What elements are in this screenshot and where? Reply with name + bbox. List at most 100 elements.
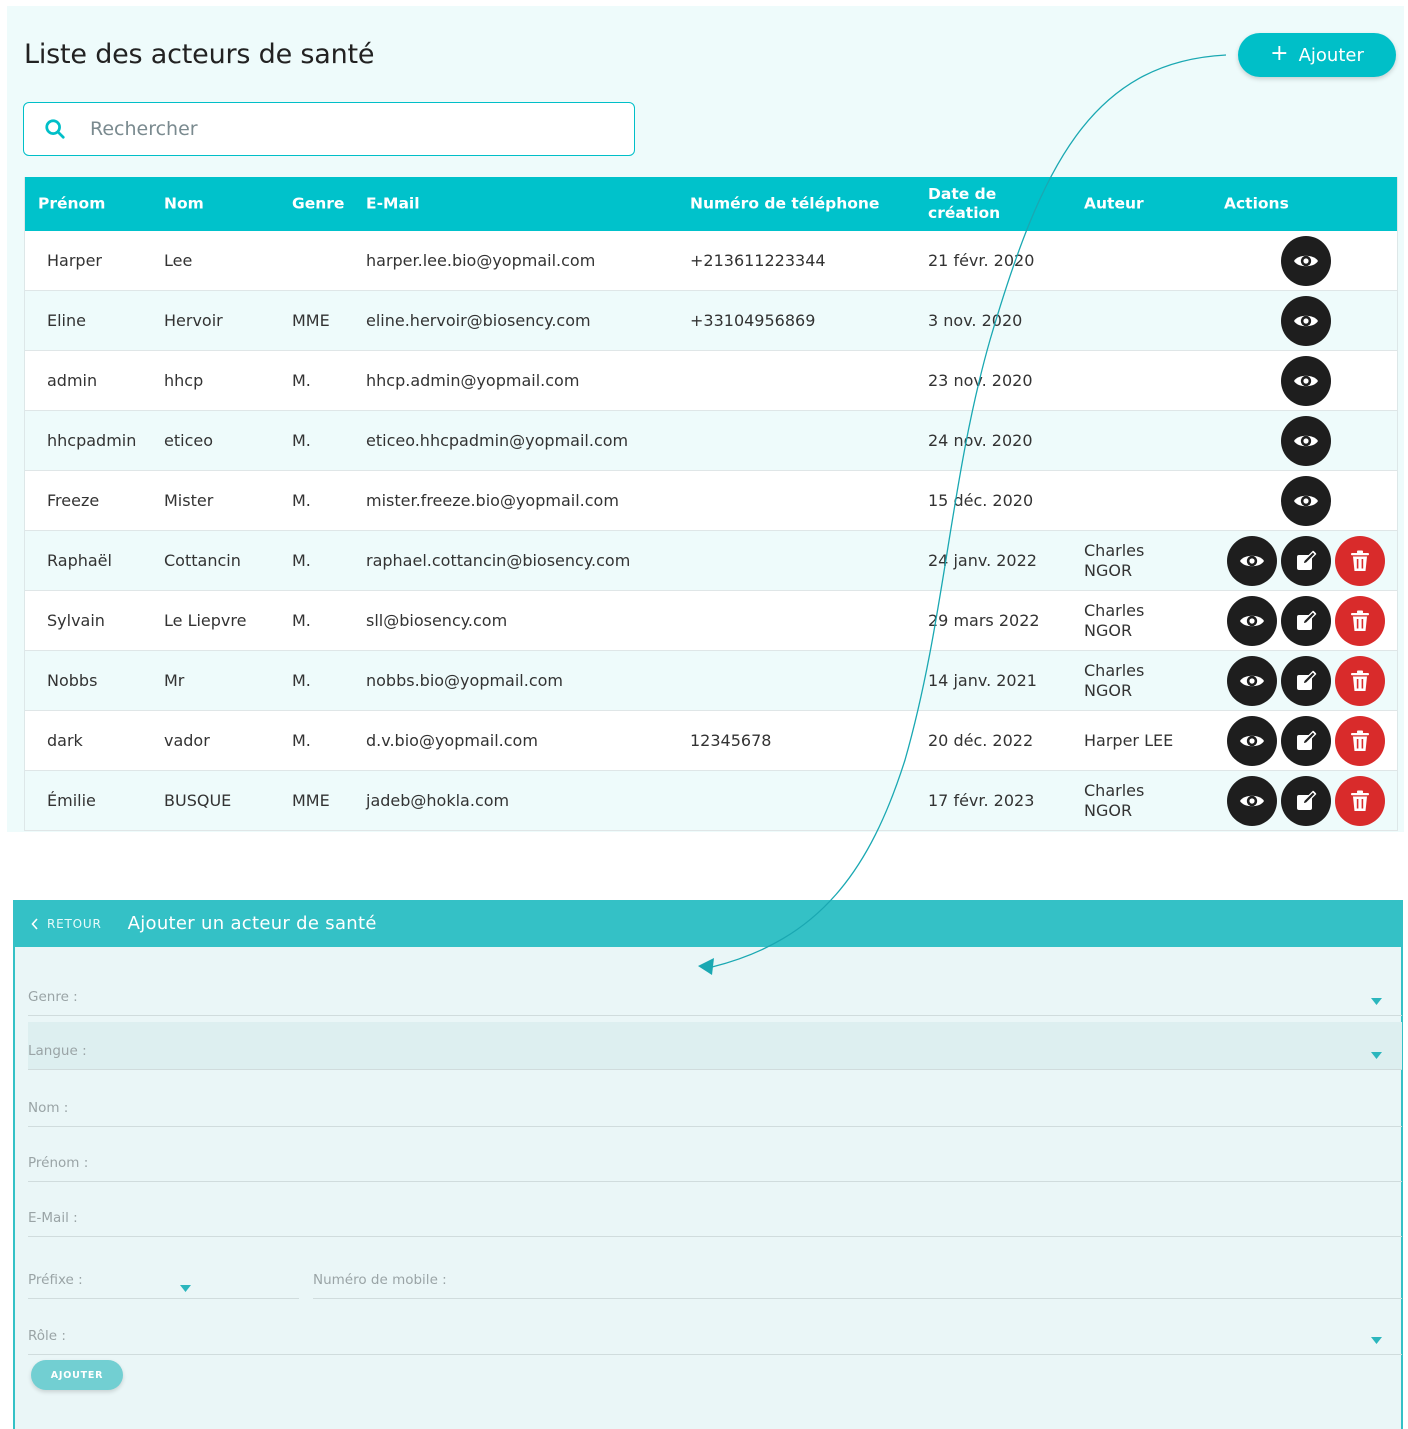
prenom-field[interactable]: Prénom : [28, 1142, 1402, 1182]
edit-icon [1297, 730, 1317, 750]
table-row: admin hhcp M. hhcp.admin@yopmail.com 23 nov.… [25, 351, 1397, 411]
table-row: hhcpadmin eticeo M. eticeo.hhcpadmin@yopmai… [25, 411, 1397, 471]
col-header-date[interactable]: Date de création [928, 185, 1018, 223]
col-header-auteur[interactable]: Auteur [1084, 195, 1144, 214]
eye-icon [1294, 375, 1318, 386]
table-header: Prénom Nom Genre E-Mail Numéro de téléph… [25, 177, 1397, 231]
trash-icon [1351, 550, 1369, 571]
view-button[interactable] [1281, 415, 1331, 466]
cell-genre: MME [292, 310, 330, 330]
actors-table: Prénom Nom Genre E-Mail Numéro de téléph… [24, 177, 1398, 831]
chevron-left-icon [31, 917, 38, 930]
cell-date: 17 févr. 2023 [928, 790, 1035, 810]
view-button[interactable] [1281, 475, 1331, 526]
view-button[interactable] [1227, 775, 1277, 826]
edit-button[interactable] [1281, 655, 1331, 706]
trash-icon [1351, 730, 1369, 751]
eye-icon [1294, 255, 1318, 266]
email-field[interactable]: E-Mail : [28, 1197, 1402, 1237]
view-button[interactable] [1281, 235, 1331, 286]
cell-date: 24 nov. 2020 [928, 430, 1033, 450]
view-button[interactable] [1227, 535, 1277, 586]
edit-icon [1297, 550, 1317, 570]
view-button[interactable] [1227, 715, 1277, 766]
delete-button[interactable] [1335, 595, 1385, 646]
trash-icon [1351, 670, 1369, 691]
cell-prenom: hhcpadmin [47, 430, 137, 450]
cell-genre: M. [292, 430, 311, 450]
trash-icon [1351, 790, 1369, 811]
genre-label: Genre : [28, 989, 78, 1005]
eye-icon [1240, 675, 1264, 686]
delete-button[interactable] [1335, 715, 1385, 766]
table-row: Sylvain Le Liepvre M. sll@biosency.com 29 ma… [25, 591, 1397, 651]
cell-nom: Hervoir [164, 310, 223, 330]
cell-email: eticeo.hhcpadmin@yopmail.com [366, 430, 629, 450]
trash-icon [1351, 610, 1369, 631]
delete-button[interactable] [1335, 655, 1385, 706]
edit-icon [1297, 670, 1317, 690]
cell-genre: M. [292, 730, 311, 750]
table-row: Émilie BUSQUE MME jadeb@hokla.com 17 févr. 2… [25, 771, 1397, 831]
add-actor-form: RETOUR Ajouter un acteur de santé Genre … [13, 900, 1403, 1429]
cell-prenom: dark [47, 730, 83, 750]
role-select[interactable]: Rôle : [28, 1315, 1402, 1355]
cell-email: harper.lee.bio@yopmail.com [366, 250, 596, 270]
prenom-label: Prénom : [28, 1155, 89, 1171]
add-button[interactable]: + Ajouter [1238, 33, 1396, 77]
cell-auteur: Harper LEE [1084, 730, 1174, 750]
eye-icon [1240, 795, 1264, 806]
cell-nom: eticeo [164, 430, 213, 450]
col-header-nom[interactable]: Nom [164, 195, 204, 214]
table-row: Harper Lee harper.lee.bio@yopmail.com +2136… [25, 231, 1397, 291]
cell-email: hhcp.admin@yopmail.com [366, 370, 580, 390]
submit-add-button[interactable]: AJOUTER [31, 1360, 123, 1390]
table-row: Freeze Mister M. mister.freeze.bio@yopmail.… [25, 471, 1397, 531]
table-row: dark vador M. d.v.bio@yopmail.com 12345678 20… [25, 711, 1397, 771]
delete-button[interactable] [1335, 535, 1385, 586]
prefix-select[interactable]: Préfixe : [28, 1259, 299, 1299]
cell-genre: M. [292, 610, 311, 630]
edit-button[interactable] [1281, 535, 1331, 586]
edit-button[interactable] [1281, 715, 1331, 766]
cell-telephone: +213611223344 [690, 250, 826, 270]
cell-genre: M. [292, 490, 311, 510]
cell-email: d.v.bio@yopmail.com [366, 730, 538, 750]
col-header-telephone[interactable]: Numéro de téléphone [690, 195, 879, 214]
edit-button[interactable] [1281, 775, 1331, 826]
cell-nom: Cottancin [164, 550, 241, 570]
cell-email: jadeb@hokla.com [366, 790, 510, 810]
cell-date: 14 janv. 2021 [928, 670, 1037, 690]
view-button[interactable] [1227, 595, 1277, 646]
search-input[interactable] [90, 118, 590, 140]
list-panel: Liste des acteurs de santé + Ajouter Pré… [7, 6, 1404, 832]
delete-button[interactable] [1335, 775, 1385, 826]
mobile-field[interactable]: Numéro de mobile : [313, 1259, 1402, 1299]
col-header-email[interactable]: E-Mail [366, 195, 420, 214]
view-button[interactable] [1227, 655, 1277, 706]
cell-prenom: Harper [47, 250, 102, 270]
view-button[interactable] [1281, 355, 1331, 406]
dropdown-arrow-icon [1371, 1052, 1382, 1059]
cell-auteur: Charles NGOR [1084, 600, 1145, 640]
mobile-label: Numéro de mobile : [313, 1272, 447, 1288]
dropdown-arrow-icon [1371, 1337, 1382, 1344]
view-button[interactable] [1281, 295, 1331, 346]
nom-field[interactable]: Nom : [28, 1087, 1402, 1127]
langue-select[interactable]: Langue : [28, 1022, 1402, 1070]
cell-nom: BUSQUE [164, 790, 232, 810]
col-header-prenom[interactable]: Prénom [38, 195, 105, 214]
cell-date: 29 mars 2022 [928, 610, 1040, 630]
eye-icon [1240, 735, 1264, 746]
cell-prenom: Nobbs [47, 670, 98, 690]
cell-genre: M. [292, 550, 311, 570]
cell-email: eline.hervoir@biosency.com [366, 310, 591, 330]
col-header-genre[interactable]: Genre [292, 195, 344, 214]
search-box[interactable] [23, 102, 635, 156]
cell-nom: Lee [164, 250, 193, 270]
back-button[interactable]: RETOUR [31, 917, 102, 931]
cell-telephone: +33104956869 [690, 310, 816, 330]
edit-button[interactable] [1281, 595, 1331, 646]
cell-nom: Mr [164, 670, 185, 690]
genre-select[interactable]: Genre : [28, 976, 1402, 1016]
